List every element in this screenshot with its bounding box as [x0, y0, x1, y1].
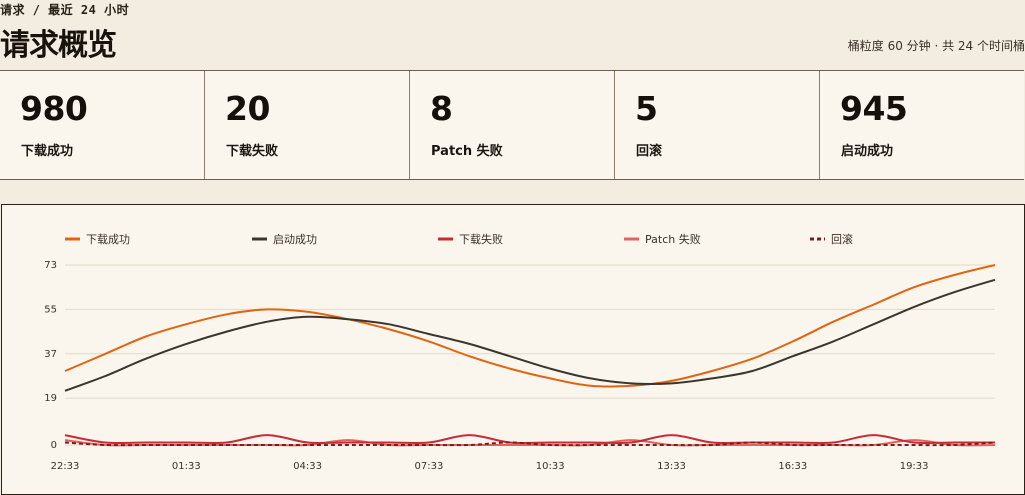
stats-row: 980 下载成功 20 下载失败 8 Patch 失败 5 回滚 945 启动成… [0, 70, 1024, 180]
stat-value: 945 [840, 89, 908, 128]
legend-label: 下载失败 [459, 232, 503, 246]
stat-label: 下载成功 [21, 144, 74, 159]
stat-card-download-fail: 20 下载失败 [205, 71, 410, 179]
series-line-download-success [64, 264, 996, 388]
stat-label: Patch 失败 [431, 144, 503, 159]
x-tick-label: 22:33 [51, 461, 80, 472]
requests-line-chart: 0 19 37 55 73 22:33 01:33 04:33 07:33 10:33 13:33 1… [44, 232, 996, 472]
y-tick-label: 37 [44, 349, 57, 360]
requests-chart-panel: 0 19 37 55 73 22:33 01:33 04:33 07:33 10:33 13:33 1… [1, 204, 1025, 495]
series-line-download-fail [64, 434, 995, 445]
stat-value: 20 [225, 89, 270, 128]
legend-label: 下载成功 [86, 233, 130, 246]
bucket-info: 桶粒度 60 分钟 · 共 24 个时间桶 [847, 39, 1025, 53]
x-tick-label: 10:33 [536, 461, 565, 472]
x-tick-label: 16:33 [778, 461, 807, 472]
x-tick-label: 04:33 [293, 461, 322, 472]
y-tick-label: 0 [51, 440, 57, 451]
x-tick-label: 19:33 [900, 461, 929, 472]
legend-label: 启动成功 [273, 233, 317, 246]
y-tick-label: 73 [44, 260, 57, 271]
stat-value: 8 [430, 89, 453, 128]
stat-label: 回滚 [636, 144, 663, 159]
legend-label: 回滚 [831, 232, 853, 246]
x-tick-label: 07:33 [414, 461, 443, 472]
x-tick-label: 13:33 [657, 461, 686, 472]
stat-card-download-success: 980 下载成功 [0, 71, 205, 179]
x-tick-label: 01:33 [172, 461, 201, 472]
stat-label: 下载失败 [226, 144, 279, 159]
page-title: 请求概览 [0, 28, 117, 63]
stat-card-rollback: 5 回滚 [615, 71, 820, 179]
y-tick-label: 19 [44, 393, 57, 404]
legend-label: Patch 失败 [645, 232, 701, 246]
y-tick-label: 55 [44, 304, 57, 315]
breadcrumb: 请求 / 最近 24 小时 [0, 3, 130, 17]
stat-card-patch-fail: 8 Patch 失败 [410, 71, 615, 179]
stat-value: 980 [20, 89, 88, 128]
stat-value: 5 [635, 89, 658, 128]
stat-label: 启动成功 [841, 144, 894, 159]
stat-card-launch-success: 945 启动成功 [820, 71, 1024, 179]
